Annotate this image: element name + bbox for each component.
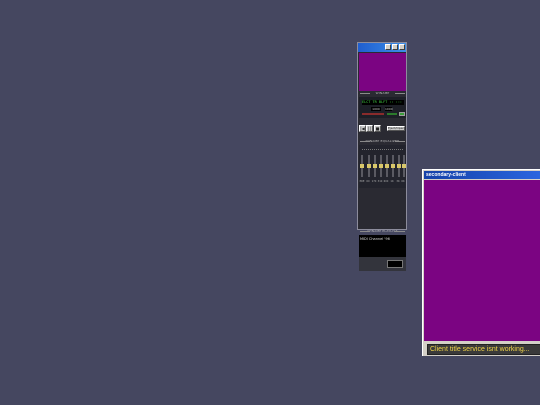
eq-slider-60[interactable]	[367, 155, 371, 177]
khz-readout: 1000	[385, 107, 393, 111]
client-content-area[interactable]	[424, 180, 540, 341]
playlist-title: WINAMP PLAYLIST	[360, 229, 405, 234]
transport-controls: |◀ ▶ || ■ ▶| Eject/Open	[359, 125, 406, 133]
volume-slider[interactable]	[362, 113, 384, 115]
minimize-icon[interactable]	[385, 44, 391, 50]
playlist-toggle-button[interactable]	[399, 112, 405, 116]
playlist-footer	[359, 257, 406, 271]
eq-knob[interactable]	[385, 164, 389, 168]
eq-slider-310[interactable]	[379, 155, 383, 177]
eq-knob[interactable]	[379, 164, 383, 168]
playlist-item[interactable]: MIDI Channel '96	[360, 237, 405, 241]
eq-knob[interactable]	[373, 164, 377, 168]
eq-slider-6k[interactable]	[402, 155, 406, 177]
winamp-window: WINAMP ELCT TR BLFT :: ::: 1000 1000 |◀ …	[357, 42, 407, 271]
eject-button[interactable]: Eject/Open	[387, 126, 405, 131]
winamp-titlebar[interactable]	[358, 43, 406, 52]
eq-knob[interactable]	[391, 164, 395, 168]
balance-slider[interactable]	[387, 113, 397, 115]
eq-knob[interactable]	[402, 164, 406, 168]
winamp-main-panel: ELCT TR BLFT :: ::: 1000 1000	[359, 97, 406, 118]
eq-knob[interactable]	[397, 164, 401, 168]
previous-button[interactable]: |◀	[359, 125, 366, 132]
eq-label: 6K	[401, 180, 405, 183]
track-display: ELCT TR BLFT :: :::	[362, 100, 404, 105]
secondary-client-window: secondary-client Client title service is…	[422, 169, 540, 356]
window-title: secondary-client	[426, 172, 466, 178]
winamp-main-title: WINAMP	[360, 91, 405, 96]
status-text: Client title service isnt working...	[430, 346, 530, 353]
eq-slider-3k[interactable]	[397, 155, 401, 177]
secondary-titlebar[interactable]: secondary-client	[424, 171, 540, 179]
eq-slider-1k[interactable]	[391, 155, 395, 177]
eq-slider-preamp[interactable]	[360, 155, 364, 177]
eq-knob[interactable]	[367, 164, 371, 168]
status-bar: Client title service isnt working...	[427, 344, 540, 355]
video-area	[359, 53, 406, 91]
eq-slider-170[interactable]	[373, 155, 377, 177]
playlist-time-display	[387, 260, 403, 268]
eq-slider-600[interactable]	[385, 155, 389, 177]
close-icon[interactable]	[399, 44, 405, 50]
stop-button[interactable]: ■	[374, 125, 381, 132]
playlist-panel: MIDI Channel '96	[359, 235, 406, 257]
kbps-readout: 1000	[371, 107, 381, 111]
maximize-icon[interactable]	[392, 44, 398, 50]
equalizer-panel: PRE 60 170 310 600 1K 3K 6K	[359, 145, 406, 188]
eq-knob[interactable]	[360, 164, 364, 168]
equalizer-title: WINAMP EQUALIZER	[360, 139, 405, 144]
eq-curve	[362, 149, 403, 151]
pause-button[interactable]: ||	[366, 125, 373, 132]
